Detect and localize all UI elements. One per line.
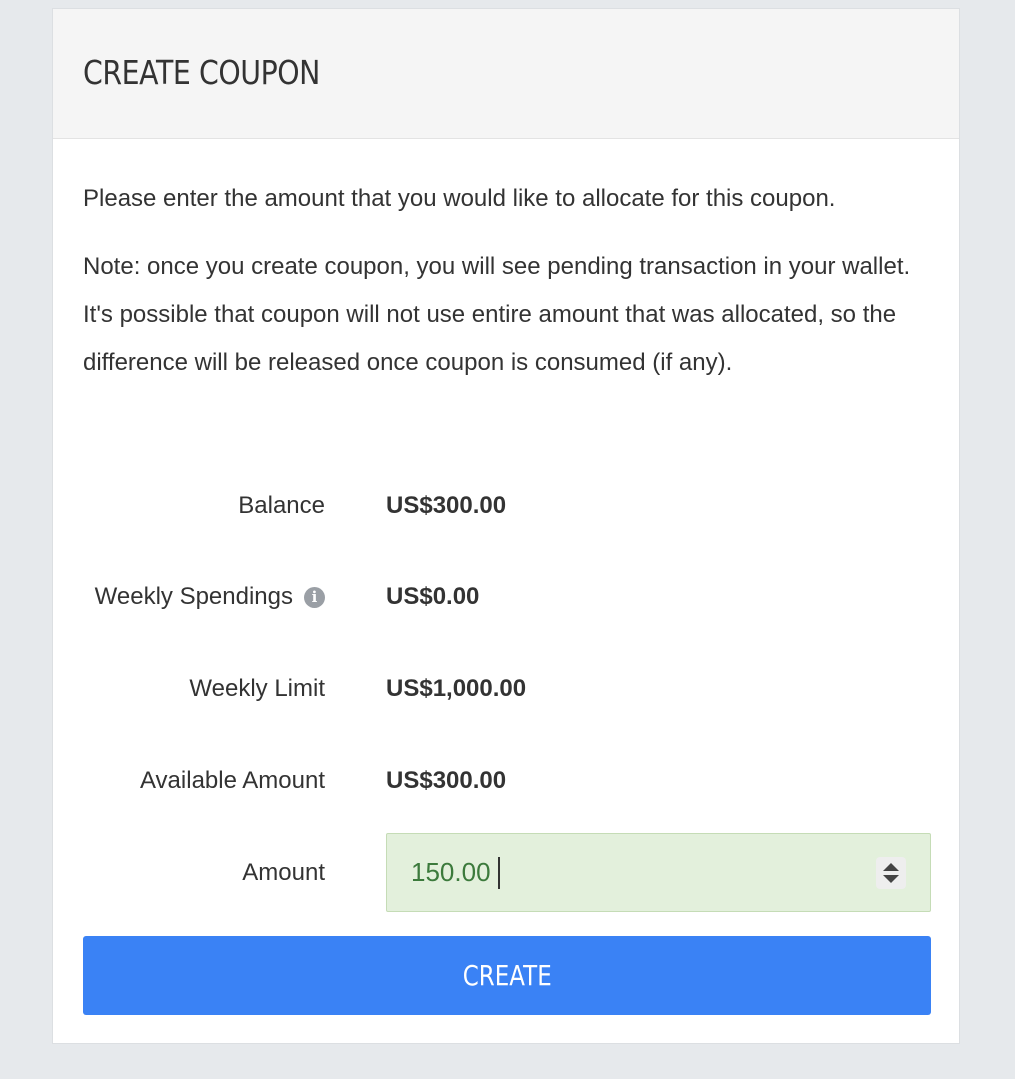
balance-label: Balance xyxy=(238,492,325,519)
weekly-spendings-row: Weekly Spendings i US$0.00 xyxy=(83,577,931,617)
create-coupon-panel: CREATE COUPON Please enter the amount th… xyxy=(52,8,960,1044)
note-text: Note: once you create coupon, you will s… xyxy=(83,253,911,376)
info-icon[interactable]: i xyxy=(304,586,325,608)
intro-text: Please enter the amount that you would l… xyxy=(83,185,836,212)
available-amount-label: Available Amount xyxy=(139,767,325,794)
weekly-spendings-label-group: Weekly Spendings i xyxy=(95,577,325,617)
available-amount-row: Available Amount US$300.00 xyxy=(83,761,931,801)
amount-stepper[interactable] xyxy=(876,857,906,889)
weekly-spendings-label: Weekly Spendings xyxy=(94,583,293,610)
weekly-limit-value: US$1,000.00 xyxy=(386,675,527,702)
create-button[interactable]: CREATE xyxy=(83,936,931,1015)
available-amount-value: US$300.00 xyxy=(386,767,507,794)
panel-header: CREATE COUPON xyxy=(53,9,959,139)
stepper-down-icon[interactable] xyxy=(883,875,899,883)
amount-row: Amount xyxy=(83,833,931,912)
amount-label: Amount xyxy=(242,859,325,886)
balance-row: Balance US$300.00 xyxy=(83,486,931,526)
weekly-spendings-value: US$0.00 xyxy=(386,583,480,610)
text-caret xyxy=(498,857,500,889)
weekly-limit-row: Weekly Limit US$1,000.00 xyxy=(83,669,931,709)
amount-field[interactable] xyxy=(386,833,931,912)
page-title: CREATE COUPON xyxy=(83,53,320,92)
stepper-up-icon[interactable] xyxy=(883,863,899,871)
amount-input[interactable] xyxy=(411,834,861,911)
balance-value: US$300.00 xyxy=(386,492,507,519)
weekly-limit-label: Weekly Limit xyxy=(189,675,325,702)
create-button-label: CREATE xyxy=(462,959,552,992)
